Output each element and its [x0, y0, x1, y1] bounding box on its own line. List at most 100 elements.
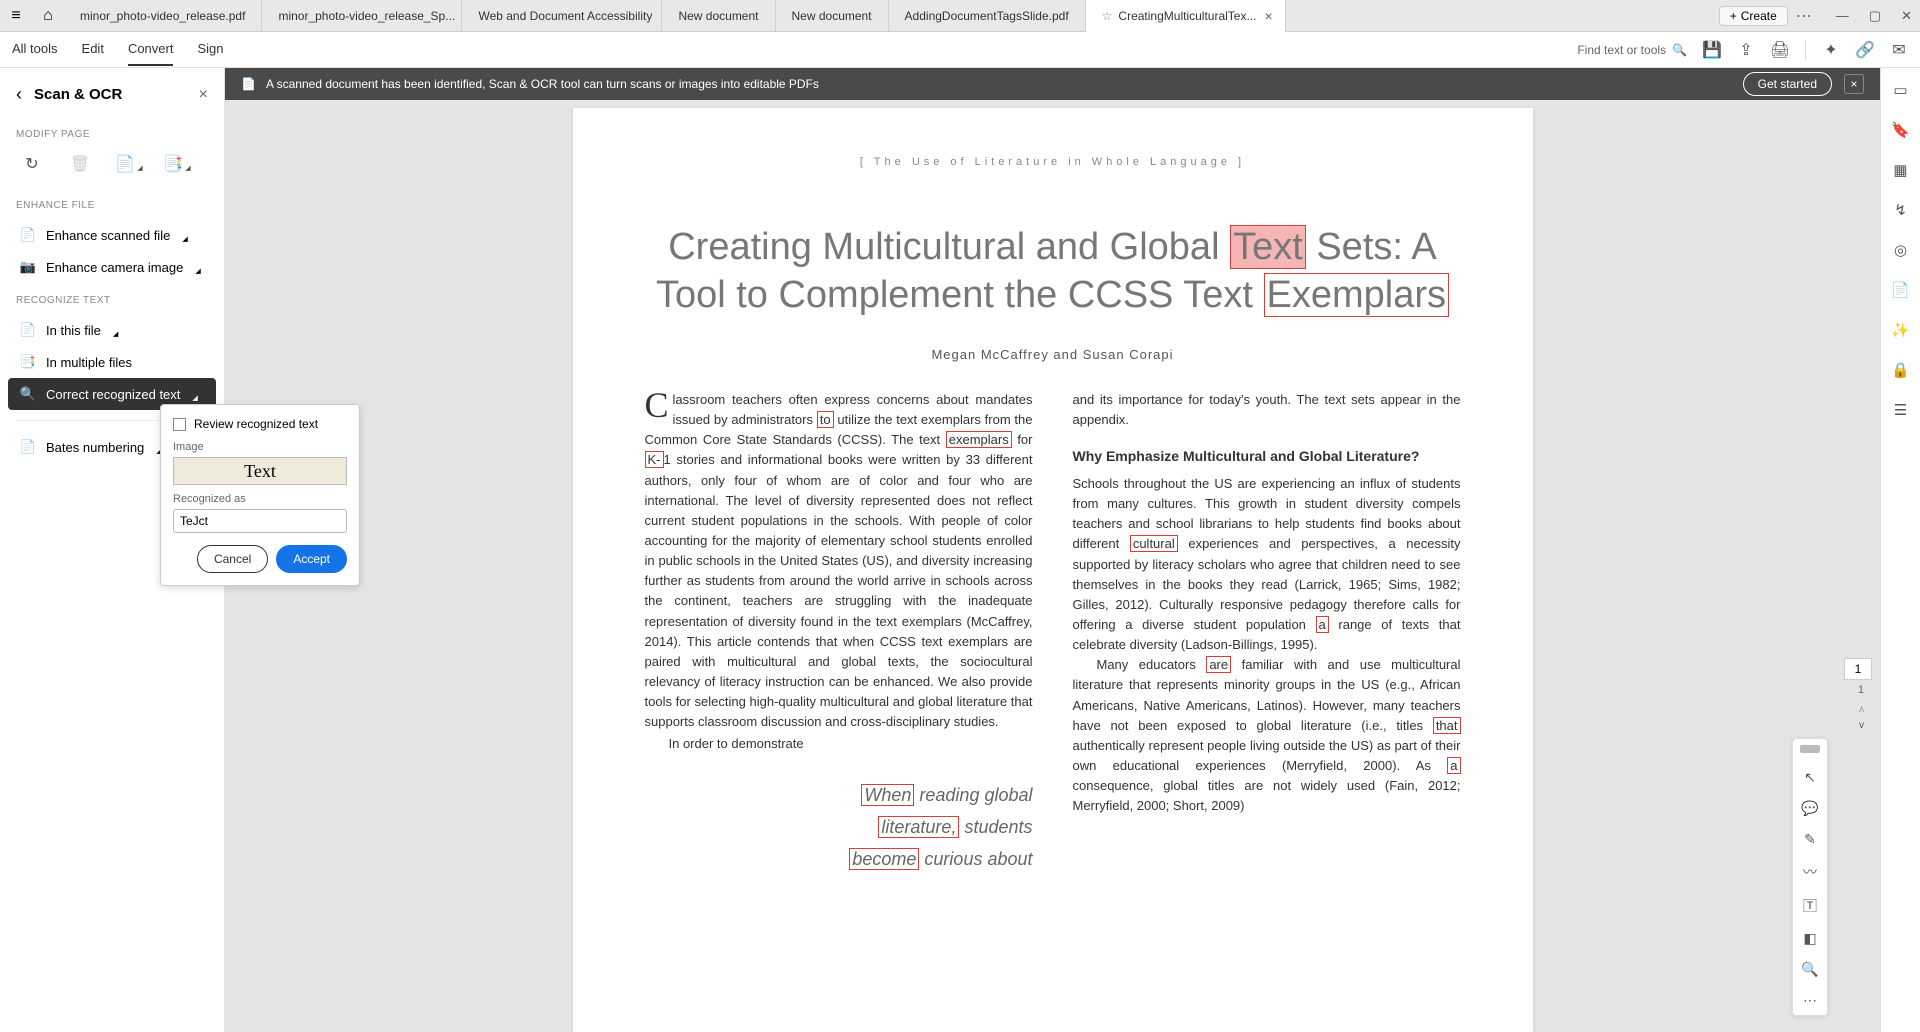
hamburger-icon[interactable]: ≡	[0, 0, 32, 32]
insert-page-icon[interactable]: 📄◢	[116, 152, 140, 176]
ocr-suspect[interactable]: that	[1433, 717, 1461, 734]
sign-button[interactable]: Sign	[197, 33, 223, 66]
scan-banner: 📄 A scanned document has been identified…	[225, 68, 1880, 100]
tab-3[interactable]: New document	[662, 0, 775, 32]
document-title: Creating Multicultural and Global Text S…	[645, 224, 1461, 319]
enhance-camera-button[interactable]: 📷 Enhance camera image◢	[0, 251, 224, 283]
list-rail-icon[interactable]: ☰	[1891, 400, 1911, 420]
scroll-thumb[interactable]	[1800, 745, 1820, 753]
comment-tool-icon[interactable]: 💬	[1801, 800, 1818, 817]
thumbnails-rail-icon[interactable]: ▦	[1891, 160, 1911, 180]
search-icon: 🔍	[1672, 43, 1687, 57]
floating-tools: ↖ 💬 ✎ 〰 🅃 ◧ 🔍 ⋯	[1792, 738, 1828, 1016]
more-tools-icon[interactable]: ⋯	[1803, 992, 1817, 1009]
ai-icon[interactable]: ✦	[1822, 41, 1840, 59]
bookmark-rail-icon[interactable]: 🔖	[1891, 120, 1911, 140]
all-tools-button[interactable]: All tools	[12, 33, 58, 66]
authors: Megan McCaffrey and Susan Corapi	[645, 347, 1461, 362]
close-sidebar-icon[interactable]: ×	[199, 86, 208, 104]
tab-6[interactable]: ☆ CreatingMulticulturalTex... ×	[1086, 0, 1286, 32]
highlight-tool-icon[interactable]: ✎	[1804, 831, 1816, 848]
home-icon[interactable]: ⌂	[32, 0, 64, 32]
maximize-icon[interactable]: ▢	[1869, 8, 1881, 24]
document-viewer[interactable]: [ The Use of Literature in Whole Languag…	[225, 100, 1880, 1032]
ocr-suspect[interactable]: a	[1316, 616, 1329, 633]
select-tool-icon[interactable]: ↖	[1804, 769, 1816, 786]
ocr-suspect[interactable]: are	[1206, 656, 1231, 673]
bates-icon: 📄	[20, 439, 36, 455]
subheading: Why Emphasize Multicultural and Global L…	[1073, 446, 1461, 468]
plus-icon: +	[1730, 9, 1737, 23]
accept-button[interactable]: Accept	[276, 545, 347, 573]
create-button[interactable]: + Create	[1719, 6, 1788, 26]
draw-tool-icon[interactable]: 〰	[1803, 862, 1817, 882]
ocr-suspect[interactable]: cultural	[1130, 535, 1178, 552]
target-rail-icon[interactable]: ◎	[1891, 240, 1911, 260]
ocr-suspect-exemplars[interactable]: Exemplars	[1264, 273, 1450, 317]
tab-1[interactable]: minor_photo-video_release_Sp...	[262, 0, 462, 32]
ocr-suspect[interactable]: exemplars	[946, 431, 1012, 448]
mail-icon[interactable]: ✉	[1890, 41, 1908, 59]
ocr-suspect[interactable]: When	[861, 784, 914, 806]
tab-4[interactable]: New document	[776, 0, 889, 32]
document-page: [ The Use of Literature in Whole Languag…	[573, 108, 1533, 1032]
get-started-button[interactable]: Get started	[1743, 72, 1832, 96]
find-text[interactable]: Find text or tools 🔍	[1577, 43, 1687, 57]
recognized-input[interactable]	[173, 509, 347, 533]
item-label: Enhance scanned file	[46, 228, 170, 243]
file-icon: 📄	[20, 322, 36, 338]
ocr-suspect[interactable]: K-	[645, 451, 664, 468]
ocr-suspect-text[interactable]: Text	[1230, 225, 1306, 269]
zoom-tool-icon[interactable]: 🔍	[1801, 961, 1818, 978]
link-icon[interactable]: 🔗	[1856, 41, 1874, 59]
lock-rail-icon[interactable]: 🔒	[1891, 360, 1911, 380]
ocr-suspect[interactable]: a	[1447, 757, 1460, 774]
close-tab-icon[interactable]: ×	[1264, 8, 1272, 24]
in-multiple-files-button[interactable]: 📑 In multiple files	[0, 346, 224, 378]
close-window-icon[interactable]: ✕	[1901, 8, 1912, 24]
item-label: Enhance camera image	[46, 260, 183, 275]
print-icon[interactable]: 🖨	[1771, 41, 1789, 59]
page-number-input[interactable]: 1	[1844, 658, 1872, 680]
close-banner-icon[interactable]: ×	[1844, 74, 1864, 94]
upload-icon[interactable]: ⇪	[1737, 41, 1755, 59]
convert-button[interactable]: Convert	[128, 33, 174, 66]
page-up-icon[interactable]: ʌ	[1859, 704, 1864, 715]
page-down-icon[interactable]: v	[1859, 720, 1864, 731]
tab-label: Web and Document Accessibility	[478, 9, 652, 23]
sparkle-rail-icon[interactable]: ✨	[1891, 320, 1911, 340]
textbox-tool-icon[interactable]: 🅃	[1803, 896, 1817, 916]
eraser-tool-icon[interactable]: ◧	[1803, 930, 1816, 947]
page-total: 1	[1858, 684, 1864, 696]
compare-rail-icon[interactable]: ↯	[1891, 200, 1911, 220]
more-icon[interactable]: ⋯	[1796, 6, 1812, 26]
save-icon[interactable]: 💾	[1703, 41, 1721, 59]
edit-button[interactable]: Edit	[82, 33, 104, 66]
ocr-image-preview: Text	[173, 457, 347, 485]
enhance-scanned-button[interactable]: 📄 Enhance scanned file◢	[0, 219, 224, 251]
document-icon: 📄	[241, 77, 256, 91]
tab-label: minor_photo-video_release_Sp...	[278, 9, 455, 23]
running-head: [ The Use of Literature in Whole Languag…	[645, 156, 1461, 168]
cancel-button[interactable]: Cancel	[197, 545, 268, 573]
review-checkbox[interactable]	[173, 418, 186, 431]
doc-rail-icon[interactable]: 📄	[1891, 280, 1911, 300]
ocr-suspect[interactable]: become	[849, 848, 919, 870]
toolbar: All tools Edit Convert Sign Find text or…	[0, 32, 1920, 68]
ocr-suspect[interactable]: literature,	[878, 816, 959, 838]
back-arrow-icon[interactable]: ‹	[16, 84, 22, 105]
rotate-icon[interactable]: ↻	[20, 152, 44, 176]
tab-0[interactable]: minor_photo-video_release.pdf	[64, 0, 262, 32]
item-label: In multiple files	[46, 355, 132, 370]
panel-toggle-icon[interactable]: ▭	[1891, 80, 1911, 100]
minimize-icon[interactable]: —	[1836, 8, 1849, 24]
pull-quote: When reading global literature, students…	[645, 779, 1033, 876]
extract-page-icon[interactable]: 📑◢	[164, 152, 188, 176]
ocr-suspect[interactable]: to	[817, 411, 834, 428]
scan-icon: 📄	[20, 227, 36, 243]
recognized-label: Recognized as	[173, 493, 347, 505]
tab-2[interactable]: Web and Document Accessibility	[462, 0, 662, 32]
in-this-file-button[interactable]: 📄 In this file◢	[0, 314, 224, 346]
star-icon: ☆	[1102, 9, 1113, 23]
tab-5[interactable]: AddingDocumentTagsSlide.pdf	[889, 0, 1086, 32]
